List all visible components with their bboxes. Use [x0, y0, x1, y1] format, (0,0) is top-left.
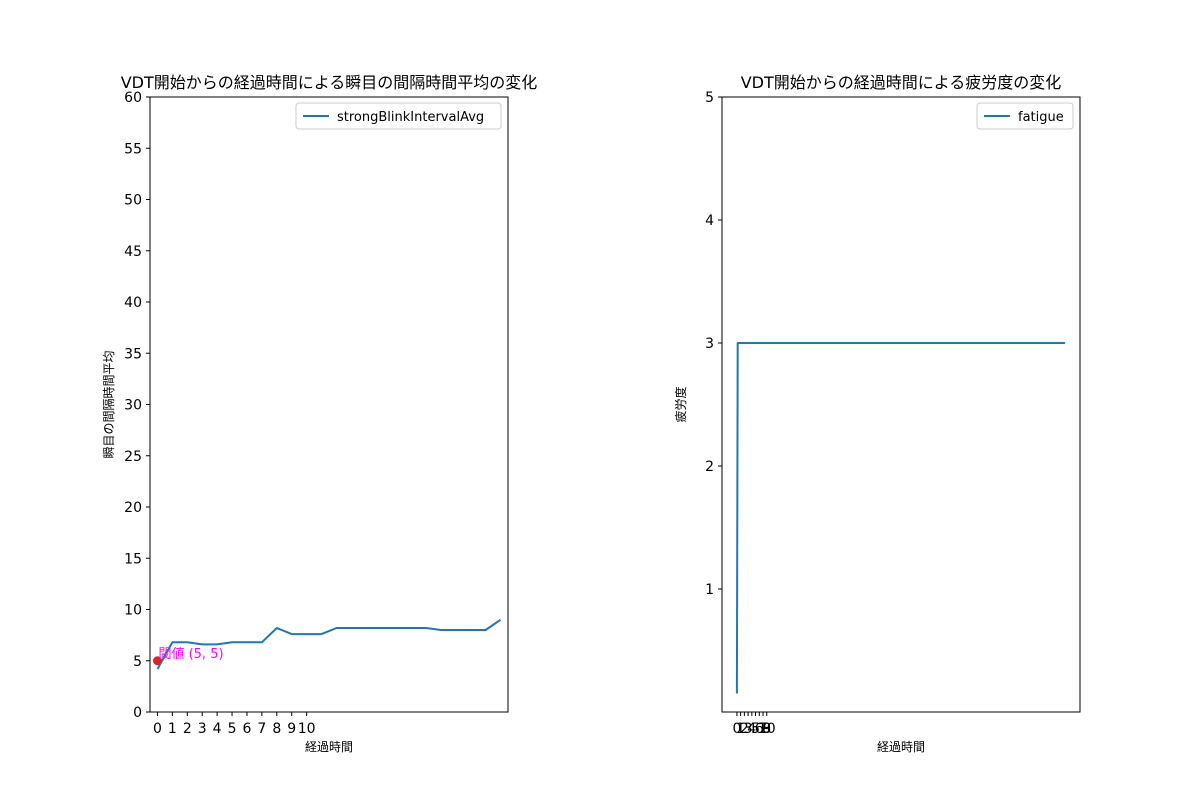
y-tick-label: 10 [124, 603, 142, 619]
y-axis-label: 瞬目の間隔時間平均 [102, 350, 116, 458]
x-tick-label: 5 [228, 721, 237, 737]
y-tick-label: 35 [124, 346, 142, 362]
x-axis-label: 経過時間 [305, 740, 353, 754]
x-tick-label: 6 [242, 721, 251, 737]
legend: strongBlinkIntervalAvg [295, 102, 502, 130]
y-tick-label: 25 [124, 449, 142, 465]
threshold-annotation: 閾値 (5, 5) [158, 646, 223, 662]
chart-1: VDT開始からの経過時間による瞬目の間隔時間平均の変化0510152025303… [102, 73, 537, 754]
x-tick-label: 4 [213, 721, 222, 737]
y-tick-label: 5 [705, 90, 714, 106]
series-line-fatigue [735, 342, 1066, 694]
chart-2: VDT開始からの経過時間による疲労度の変化12345012345678910経過… [673, 73, 1081, 754]
x-tick-label: 9 [287, 721, 296, 737]
y-tick-label: 1 [705, 582, 714, 598]
y-tick-label: 55 [124, 141, 142, 157]
chart-title: VDT開始からの経過時間による疲労度の変化 [741, 73, 1062, 92]
x-tick-label: 7 [257, 721, 266, 737]
y-tick-label: 0 [133, 705, 142, 721]
x-axis-label: 経過時間 [877, 740, 925, 754]
chart-title: VDT開始からの経過時間による瞬目の間隔時間平均の変化 [121, 73, 538, 92]
y-tick-label: 5 [133, 654, 142, 670]
y-tick-label: 45 [124, 244, 142, 260]
figure: VDT開始からの経過時間による瞬目の間隔時間平均の変化0510152025303… [102, 73, 1081, 754]
x-tick-label: 3 [198, 721, 207, 737]
x-tick-label: 2 [183, 721, 192, 737]
plot-frame [149, 96, 509, 713]
x-tick-label: 8 [272, 721, 281, 737]
y-tick-label: 2 [705, 459, 714, 475]
y-tick-label: 20 [124, 500, 142, 516]
y-axis-label: 疲労度 [673, 386, 688, 422]
y-tick-label: 40 [124, 295, 142, 311]
x-tick-label: 0 [153, 721, 162, 737]
y-tick-label: 30 [124, 398, 142, 414]
legend-label: strongBlinkIntervalAvg [337, 110, 484, 125]
legend: fatigue [976, 102, 1074, 130]
x-tick-label: 1 [168, 721, 177, 737]
y-tick-label: 15 [124, 551, 142, 567]
y-tick-label: 50 [124, 193, 142, 209]
y-tick-label: 4 [705, 213, 714, 229]
y-tick-label: 60 [124, 90, 142, 106]
plot-frame [721, 96, 1081, 713]
legend-label: fatigue [1018, 110, 1064, 125]
x-tick-label: 10 [758, 721, 776, 737]
x-tick-label: 10 [298, 721, 316, 737]
y-tick-label: 3 [705, 336, 714, 352]
